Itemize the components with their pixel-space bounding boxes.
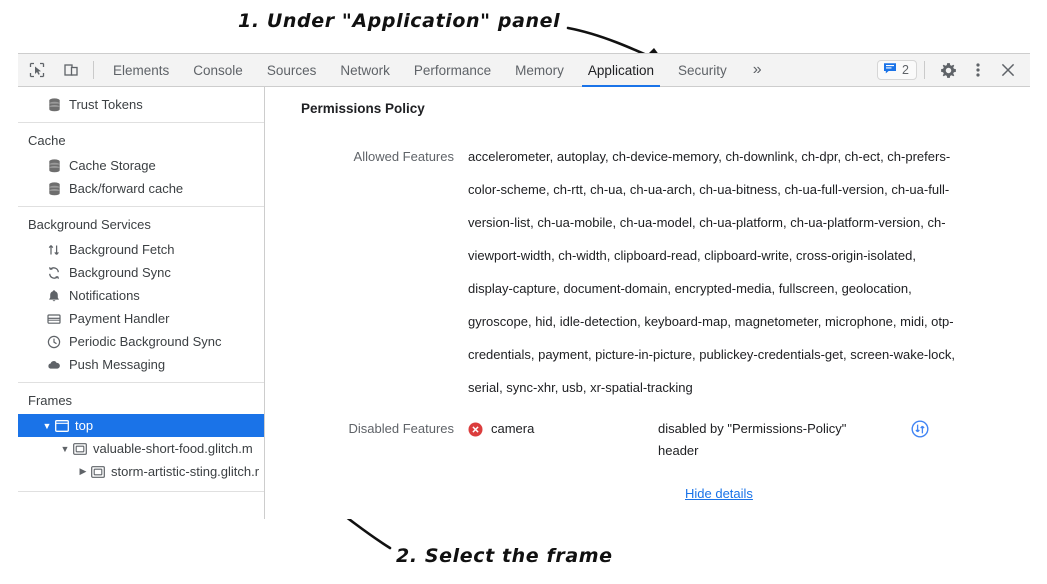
sidebar-item-label: Push Messaging (69, 357, 166, 372)
frame-top-icon (54, 418, 69, 433)
gear-icon[interactable] (934, 57, 962, 83)
error-circle-icon (468, 422, 483, 437)
sidebar-divider-4 (18, 491, 264, 492)
tab-performance[interactable]: Performance (402, 54, 503, 87)
sidebar-item-push-messaging[interactable]: Push Messaging (18, 353, 264, 376)
close-icon[interactable] (994, 57, 1022, 83)
database-icon (46, 97, 62, 113)
device-toolbar-icon[interactable] (56, 57, 86, 83)
sidebar-group-frames: Frames ▼ top ▼ valuable-short-food.glitc… (18, 383, 264, 483)
sidebar-item-background-fetch[interactable]: Background Fetch (18, 238, 264, 261)
tab-application[interactable]: Application (576, 54, 666, 87)
cloud-icon (46, 357, 62, 373)
database-icon (46, 181, 62, 197)
devtools-body: Trust Tokens Cache Cache Storage Back/fo… (18, 87, 1030, 519)
sync-icon (46, 265, 62, 281)
toolbar-right-actions: 2 (877, 57, 1030, 83)
sidebar-item-label: Periodic Background Sync (69, 334, 222, 349)
tab-console[interactable]: Console (181, 54, 255, 87)
message-count: 2 (902, 63, 909, 77)
network-request-icon[interactable] (911, 420, 929, 438)
permissions-policy-panel: Permissions Policy Allowed Features acce… (265, 87, 1030, 519)
frame-tree-item-child-2[interactable]: ▶ storm-artistic-sting.glitch.r (18, 460, 264, 483)
sidebar-item-periodic-background-sync[interactable]: Periodic Background Sync (18, 330, 264, 353)
database-icon (46, 158, 62, 174)
application-sidebar[interactable]: Trust Tokens Cache Cache Storage Back/fo… (18, 87, 265, 519)
devtools-tab-list: Elements Console Sources Network Perform… (101, 54, 776, 87)
frame-icon (90, 464, 105, 479)
disabled-features-content: camera disabled by "Permissions-Policy" … (468, 418, 929, 503)
screenshot-root: 1. Under "Application" panel 2. Select t… (0, 0, 1047, 584)
tab-elements[interactable]: Elements (101, 54, 181, 87)
arrows-up-down-icon (46, 242, 62, 258)
inspect-element-icon[interactable] (22, 57, 52, 83)
allowed-features-label: Allowed Features (353, 149, 454, 164)
tab-memory[interactable]: Memory (503, 54, 576, 87)
frame-icon (72, 441, 87, 456)
sidebar-item-notifications[interactable]: Notifications (18, 284, 264, 307)
frame-tree-item-top[interactable]: ▼ top (18, 414, 264, 437)
chevron-down-icon[interactable]: ▼ (40, 421, 54, 431)
disabled-features-label: Disabled Features (348, 421, 455, 436)
sidebar-item-label: Payment Handler (69, 311, 170, 326)
sidebar-item-trust-tokens[interactable]: Trust Tokens (18, 93, 264, 116)
sidebar-item-label: Back/forward cache (69, 181, 184, 196)
sidebar-item-payment-handler[interactable]: Payment Handler (18, 307, 264, 330)
sidebar-item-back-forward-cache[interactable]: Back/forward cache (18, 177, 264, 200)
chevron-right-icon[interactable]: ▶ (76, 466, 90, 477)
sidebar-group-cache: Cache Cache Storage Back/forward cache (18, 123, 264, 200)
disabled-feature-name: camera (468, 418, 658, 440)
toolbar-divider-2 (924, 61, 925, 79)
sidebar-item-cache-storage[interactable]: Cache Storage (18, 154, 264, 177)
message-badge[interactable]: 2 (877, 60, 917, 80)
sidebar-top-group: Trust Tokens (18, 87, 264, 116)
disabled-feature-reason: disabled by "Permissions-Policy" header (658, 421, 847, 458)
sidebar-item-background-sync[interactable]: Background Sync (18, 261, 264, 284)
sidebar-group-background-services: Background Services Background Fetch Bac… (18, 207, 264, 376)
sidebar-group-header: Background Services (28, 217, 151, 232)
chevron-down-icon[interactable]: ▼ (58, 444, 72, 454)
disabled-feature-entry: camera disabled by "Permissions-Policy" … (468, 418, 929, 462)
clock-icon (46, 334, 62, 350)
tab-network[interactable]: Network (328, 54, 402, 87)
devtools-window: Elements Console Sources Network Perform… (18, 53, 1030, 519)
allowed-features-value: accelerometer, autoplay, ch-device-memor… (468, 149, 955, 395)
frame-label: top (75, 418, 94, 433)
more-tabs-icon[interactable]: » (739, 54, 776, 87)
sidebar-item-label: Cache Storage (69, 158, 156, 173)
sidebar-item-label: Notifications (69, 288, 140, 303)
annotation-step-1: 1. Under "Application" panel (238, 10, 561, 32)
frames-header: Frames (28, 393, 73, 408)
sidebar-group-header: Cache (28, 133, 66, 148)
sidebar-item-label: Trust Tokens (69, 97, 143, 112)
credit-card-icon (46, 311, 62, 327)
bell-icon (46, 288, 62, 304)
disabled-features-row: Disabled Features camera disabled by "Pe… (265, 404, 1030, 503)
tab-security[interactable]: Security (666, 54, 739, 87)
message-icon (883, 61, 897, 80)
frame-label: storm-artistic-sting.glitch.r (111, 464, 260, 479)
toolbar-divider (93, 61, 94, 79)
annotation-step-2: 2. Select the frame (396, 545, 613, 567)
sidebar-item-label: Background Sync (69, 265, 171, 280)
sidebar-item-label: Background Fetch (69, 242, 175, 257)
frame-label: valuable-short-food.glitch.m (93, 441, 253, 456)
frame-tree-item-child-1[interactable]: ▼ valuable-short-food.glitch.m (18, 437, 264, 460)
kebab-menu-icon[interactable] (964, 57, 992, 83)
devtools-toolbar: Elements Console Sources Network Perform… (18, 54, 1030, 87)
tab-sources[interactable]: Sources (255, 54, 329, 87)
allowed-features-row: Allowed Features accelerometer, autoplay… (265, 116, 1030, 404)
page-title: Permissions Policy (301, 101, 425, 116)
hide-details-link[interactable]: Hide details (685, 486, 753, 501)
disabled-feature-label: camera (491, 421, 535, 436)
